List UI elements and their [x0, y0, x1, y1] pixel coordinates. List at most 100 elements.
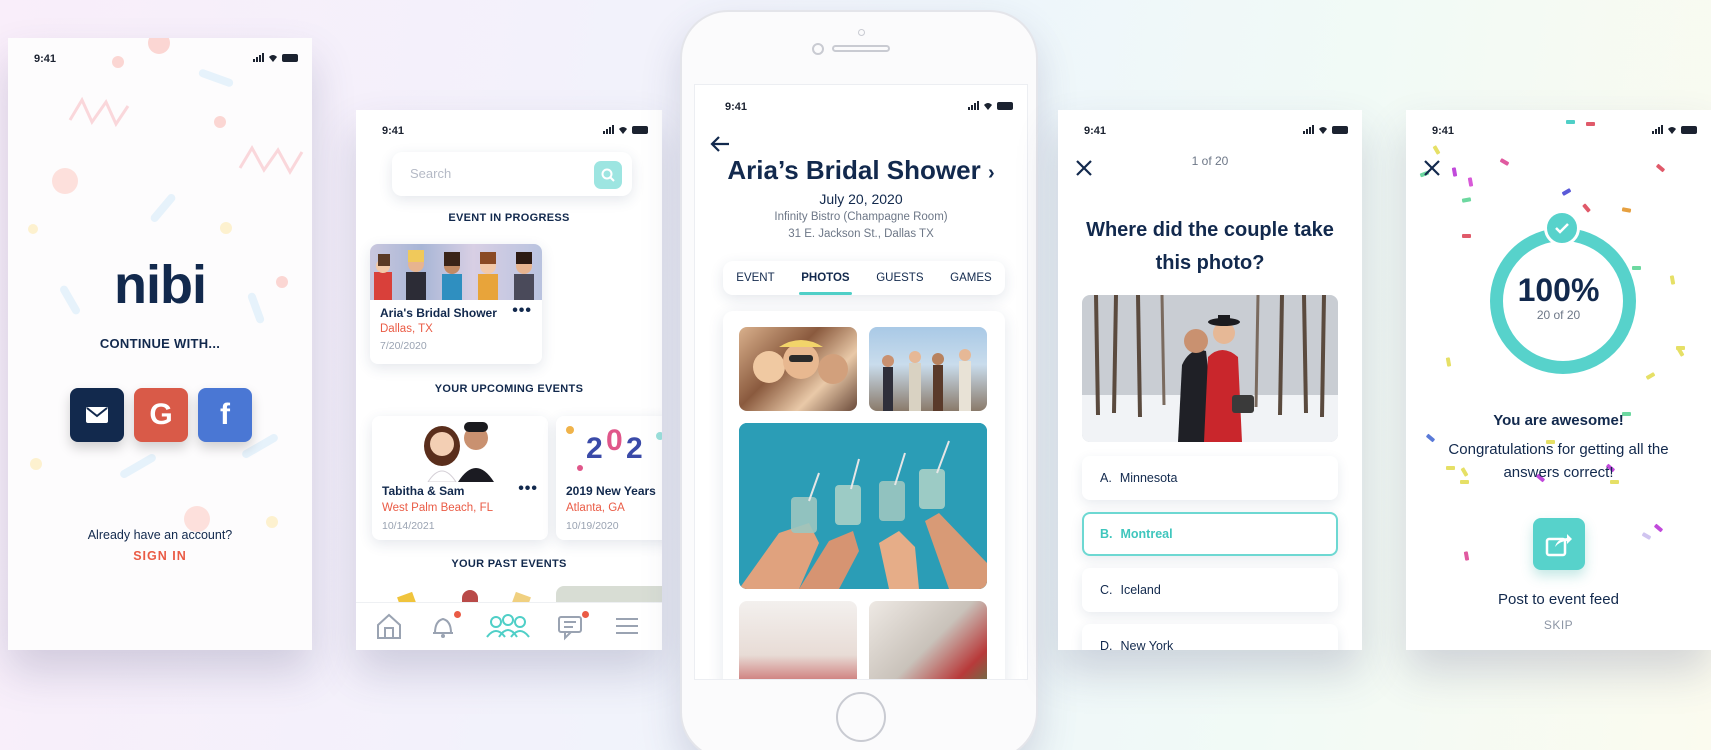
event-card-upcoming[interactable]: Tabitha & Sam ••• West Palm Beach, FL 10…: [372, 416, 548, 540]
status-icons: [253, 53, 298, 62]
event-detail-screen: 9:41 Aria’s Bridal Shower › July 20, 202…: [694, 84, 1028, 680]
event-name: Aria's Bridal Shower: [380, 306, 497, 320]
home-icon[interactable]: [374, 611, 404, 641]
gallery-photo[interactable]: [739, 601, 857, 679]
menu-icon[interactable]: [612, 611, 642, 641]
back-arrow-icon[interactable]: [709, 135, 731, 153]
event-address: 31 E. Jackson St., Dallas TX: [788, 228, 934, 240]
score-count: 20 of 20: [1536, 308, 1581, 322]
wifi-icon: [1668, 127, 1676, 134]
search-input[interactable]: Search: [392, 152, 632, 196]
status-time: 9:41: [34, 53, 57, 65]
home-button[interactable]: [836, 692, 886, 742]
phone-camera: [812, 43, 824, 55]
battery-icon: [632, 126, 648, 134]
tab-games[interactable]: GAMES: [948, 261, 994, 295]
status-time: 9:41: [1084, 125, 1107, 137]
gallery-photo-featured[interactable]: [739, 423, 987, 589]
share-button[interactable]: [1533, 518, 1585, 570]
status-time: 9:41: [382, 125, 405, 137]
answer-text: Minnesota: [1119, 471, 1178, 485]
signal-icon: [253, 53, 264, 62]
phone-sensor: [858, 29, 865, 36]
answer-letter: C.: [1100, 583, 1113, 597]
login-screen: 9:41 nibi CONTINUE WITH... G f Already h…: [8, 38, 312, 650]
event-date: July 20, 2020: [819, 191, 903, 207]
answer-option-selected[interactable]: B. Montreal: [1082, 512, 1338, 556]
mail-icon: [85, 398, 109, 432]
answer-letter: A.: [1100, 471, 1112, 485]
new-years-illustration: 2 0 2: [556, 416, 662, 482]
event-title[interactable]: Aria’s Bridal Shower ›: [695, 155, 1027, 186]
event-title-text: Aria’s Bridal Shower: [727, 155, 981, 185]
skip-link[interactable]: SKIP: [1406, 618, 1711, 632]
guests-icon[interactable]: [484, 611, 532, 641]
phone-frame: 9:41 Aria’s Bridal Shower › July 20, 202…: [680, 10, 1038, 750]
event-location: Atlanta, GA: [566, 502, 625, 514]
signal-icon: [968, 101, 979, 110]
answer-option[interactable]: D. New York: [1082, 624, 1338, 650]
facebook-login-button[interactable]: f: [198, 388, 252, 442]
event-card-upcoming[interactable]: 2 0 2 2019 New Years Atlanta, GA 10/19/2…: [556, 416, 662, 540]
gallery-photo[interactable]: [869, 327, 987, 411]
svg-text:2: 2: [586, 432, 603, 465]
answer-text: Iceland: [1120, 583, 1161, 597]
status-bar: 9:41: [695, 85, 1027, 115]
sign-in-link[interactable]: SIGN IN: [8, 549, 312, 563]
answer-letter: B.: [1100, 527, 1113, 541]
bottom-tab-bar: [356, 602, 662, 650]
answer-option[interactable]: C. Iceland: [1082, 568, 1338, 612]
events-screen: 9:41 Search EVENT IN PROGRESS Aria's Bri…: [356, 110, 662, 650]
app-logo: nibi: [114, 255, 207, 315]
event-date: 10/14/2021: [382, 520, 435, 532]
status-bar: 9:41: [356, 110, 662, 140]
wifi-icon: [269, 55, 277, 62]
status-bar: 9:41: [1058, 110, 1362, 140]
event-name: Tabitha & Sam: [382, 484, 465, 498]
event-location: West Palm Beach, FL: [382, 502, 493, 514]
post-to-feed-label[interactable]: Post to event feed: [1406, 591, 1711, 608]
tab-photos[interactable]: PHOTOS: [799, 261, 852, 295]
wifi-icon: [1319, 127, 1327, 134]
search-icon[interactable]: [594, 161, 622, 189]
upcoming-heading: YOUR UPCOMING EVENTS: [434, 383, 584, 395]
event-location: Dallas, TX: [380, 323, 433, 335]
more-options-icon[interactable]: •••: [512, 302, 532, 320]
notification-badge: [454, 611, 461, 618]
email-login-button[interactable]: [70, 388, 124, 442]
score-percent: 100%: [1517, 272, 1600, 308]
gallery-photo[interactable]: [869, 601, 987, 679]
event-name: 2019 New Years: [566, 484, 656, 498]
chevron-right-icon: ›: [987, 162, 995, 184]
event-tabs: EVENT PHOTOS GUESTS GAMES: [723, 261, 1005, 295]
answer-text: New York: [1120, 639, 1174, 650]
event-date: 7/20/2020: [380, 340, 427, 352]
tab-event[interactable]: EVENT: [734, 261, 776, 295]
google-icon: G: [149, 398, 173, 431]
search-placeholder: Search: [410, 166, 452, 181]
couple-illustration: [372, 416, 548, 482]
answer-text: Montreal: [1120, 527, 1173, 541]
close-icon[interactable]: [1422, 158, 1442, 178]
svg-text:0: 0: [606, 424, 623, 457]
event-date: 10/19/2020: [566, 520, 619, 532]
battery-icon: [1332, 126, 1348, 134]
signal-icon: [1303, 125, 1314, 134]
quiz-screen: 9:41 1 of 20 Where did the couple take t…: [1058, 110, 1362, 650]
event-card-in-progress[interactable]: Aria's Bridal Shower ••• Dallas, TX 7/20…: [370, 244, 542, 364]
answer-letter: D.: [1100, 639, 1113, 650]
check-icon: [1544, 210, 1580, 246]
event-image: [370, 244, 542, 300]
question-counter: 1 of 20: [1191, 154, 1229, 168]
google-login-button[interactable]: G: [134, 388, 188, 442]
status-bar: 9:41: [1406, 110, 1711, 140]
status-icons: [1303, 125, 1348, 134]
status-icons: [968, 101, 1013, 110]
tab-guests[interactable]: GUESTS: [874, 261, 925, 295]
result-screen: 9:41 100% 20 of 20 You are awesome! Cong…: [1406, 110, 1711, 650]
battery-icon: [997, 102, 1013, 110]
gallery-photo[interactable]: [739, 327, 857, 411]
more-options-icon[interactable]: •••: [518, 480, 538, 498]
result-message: Congratulations for getting all the answ…: [1448, 441, 1669, 481]
answer-option[interactable]: A. Minnesota: [1082, 456, 1338, 500]
